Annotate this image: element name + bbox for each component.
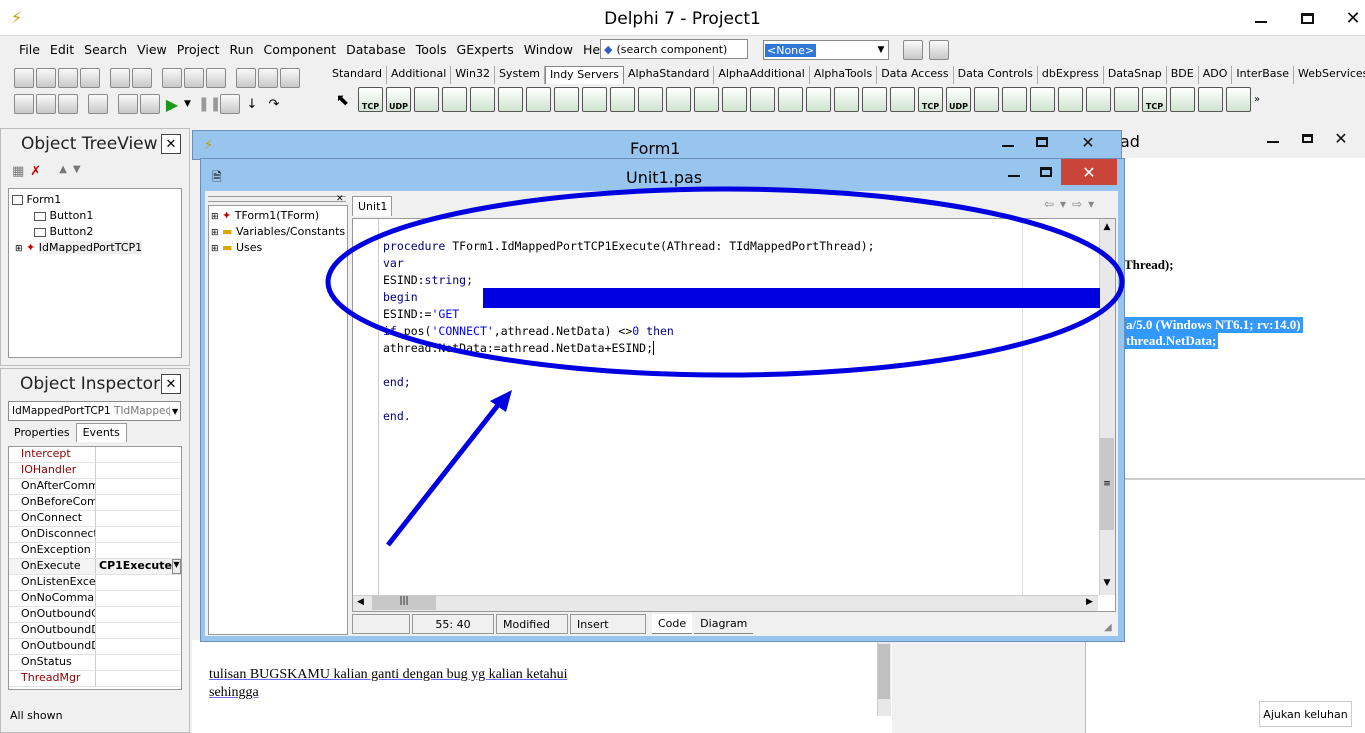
feedback-button[interactable]: Ajukan keluhan (1259, 701, 1352, 727)
annotation-overlay (325, 186, 1125, 547)
redaction-bar (483, 288, 1100, 308)
annotation-ellipse (325, 186, 1125, 378)
annotation-arrow (386, 398, 504, 547)
